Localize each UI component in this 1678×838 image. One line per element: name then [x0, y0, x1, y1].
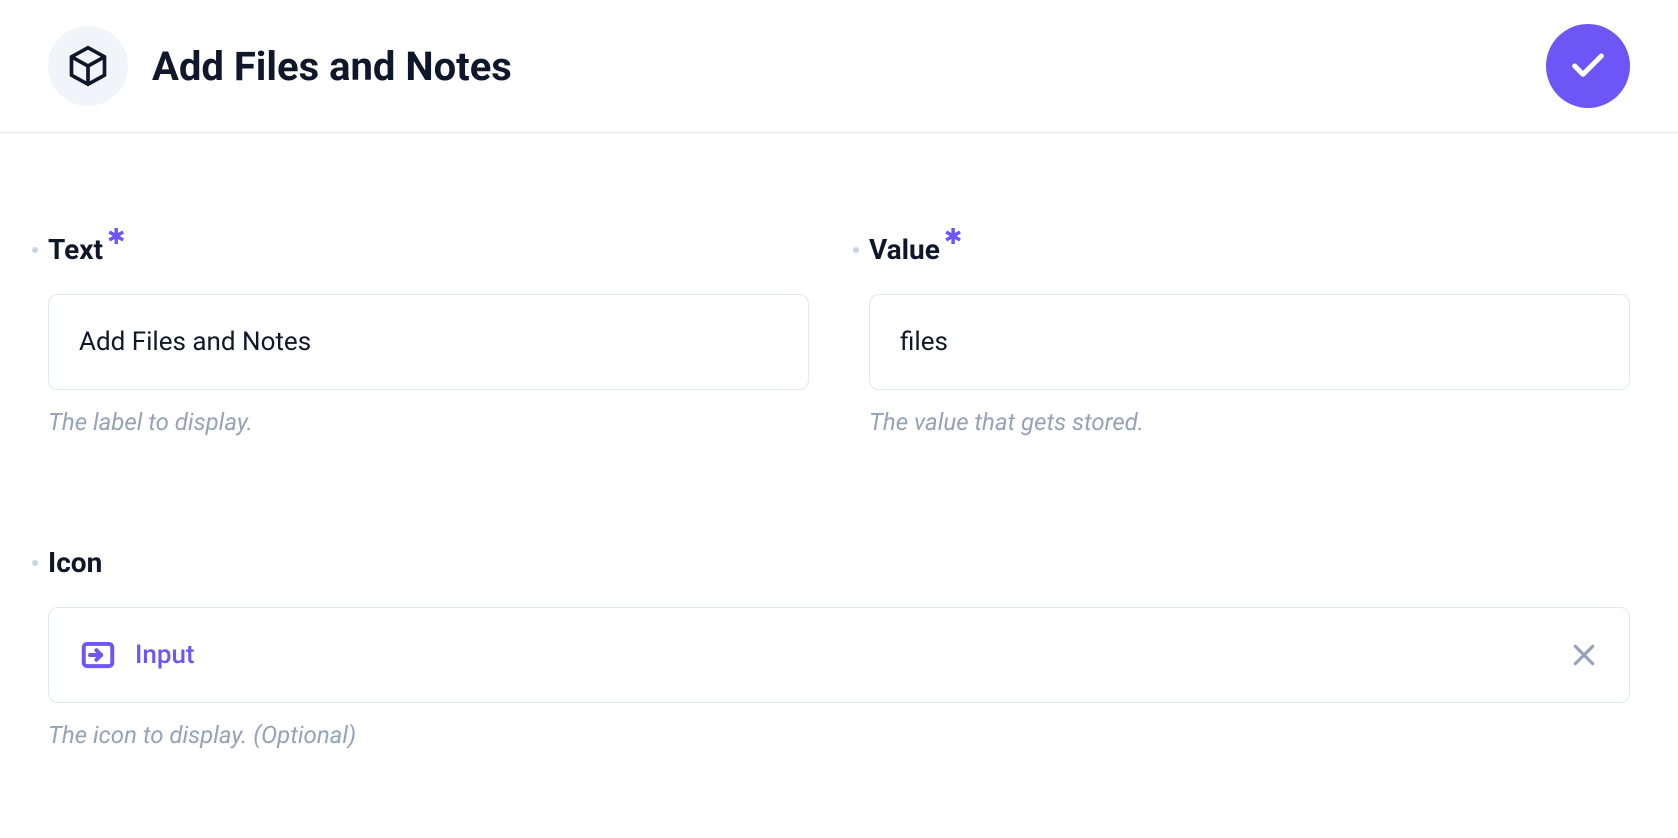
fields-row: Text ✱ The label to display. Value ✱ The…: [48, 233, 1630, 436]
field-bullet: [32, 247, 38, 253]
icon-selected-label: Input: [135, 640, 195, 670]
icon-picker[interactable]: Input: [48, 607, 1630, 703]
icon-field: Icon Input The icon to display. (Optiona…: [48, 546, 1630, 749]
close-icon: [1569, 640, 1599, 670]
text-label-wrap: Text ✱: [48, 233, 809, 266]
text-field-label: Text: [48, 233, 103, 266]
value-field-label: Value: [869, 233, 940, 266]
icon-field-help: The icon to display. (Optional): [48, 721, 1630, 749]
text-input[interactable]: [48, 294, 809, 390]
content-area: Text ✱ The label to display. Value ✱ The…: [0, 133, 1678, 789]
icon-picker-selection: Input: [79, 636, 195, 674]
required-star-icon: ✱: [107, 225, 125, 250]
page-title: Add Files and Notes: [152, 43, 512, 90]
icon-field-label: Icon: [48, 546, 102, 579]
value-field-help: The value that gets stored.: [869, 408, 1630, 436]
header-left: Add Files and Notes: [48, 26, 512, 106]
page-header: Add Files and Notes: [0, 0, 1678, 133]
field-bullet: [853, 247, 859, 253]
cube-icon: [66, 44, 110, 88]
icon-clear-button[interactable]: [1569, 640, 1599, 670]
text-field-help: The label to display.: [48, 408, 809, 436]
icon-label-wrap: Icon: [48, 546, 1630, 579]
input-icon: [79, 636, 117, 674]
value-field: Value ✱ The value that gets stored.: [869, 233, 1630, 436]
value-input[interactable]: [869, 294, 1630, 390]
field-bullet: [32, 560, 38, 566]
header-icon-wrap: [48, 26, 128, 106]
confirm-button[interactable]: [1546, 24, 1630, 108]
value-label-wrap: Value ✱: [869, 233, 1630, 266]
required-star-icon: ✱: [944, 225, 962, 250]
text-field: Text ✱ The label to display.: [48, 233, 809, 436]
check-icon: [1568, 46, 1608, 86]
